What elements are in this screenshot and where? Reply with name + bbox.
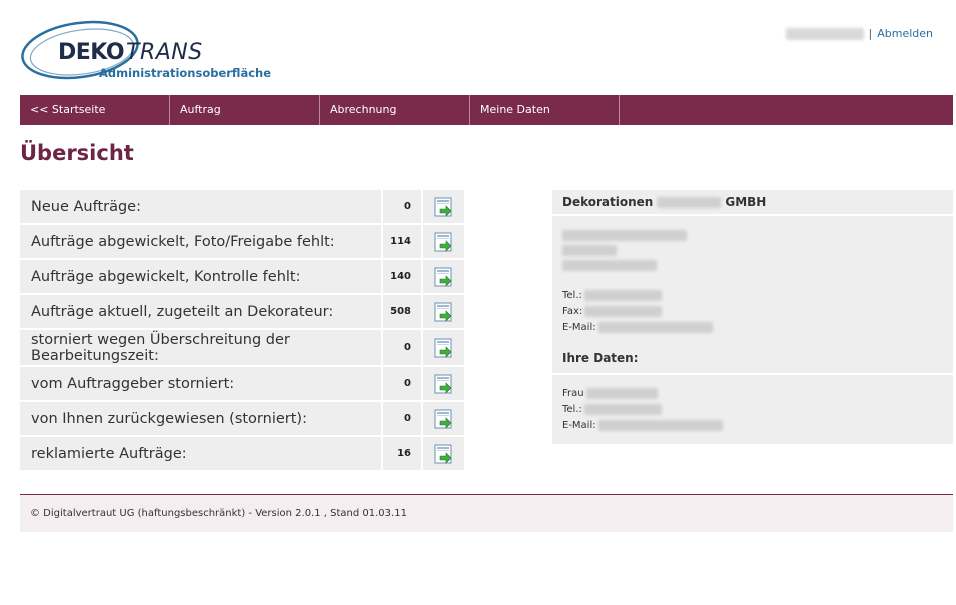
address-line-redacted: [562, 245, 617, 256]
page-title: Übersicht: [20, 141, 134, 165]
status-row-zurueckgewiesen: von Ihnen zurückgewiesen (storniert): 0: [20, 402, 464, 437]
status-row-aktuell: Aufträge aktuell, zugeteilt an Dekorateu…: [20, 295, 464, 330]
user-name-redacted: [785, 27, 864, 40]
your-data-block: Frau Tel.: E-Mail:: [552, 375, 953, 441]
status-row-kontrolle: Aufträge abgewickelt, Kontrolle fehlt: 1…: [20, 260, 464, 295]
company-tel-redacted: [583, 289, 662, 301]
company-info-panel: Dekorationen GMBH Tel.: Fax: E-Mail: Ihr…: [552, 190, 953, 444]
status-count: 0: [383, 330, 423, 367]
address-line-redacted: [562, 260, 657, 271]
go-button[interactable]: [423, 330, 464, 367]
status-label: vom Auftraggeber storniert:: [20, 367, 383, 402]
go-button[interactable]: [423, 367, 464, 402]
status-row-foto-freigabe: Aufträge abgewickelt, Foto/Freigabe fehl…: [20, 225, 464, 260]
address-line-redacted: [562, 230, 687, 241]
user-area: | Abmelden: [785, 27, 933, 40]
nav-item-meine-daten[interactable]: Meine Daten: [470, 95, 620, 125]
company-email-label: E-Mail:: [562, 321, 596, 333]
status-label: Aufträge abgewickelt, Foto/Freigabe fehl…: [20, 225, 383, 260]
company-name-prefix: Dekorationen: [562, 195, 654, 209]
go-button[interactable]: [423, 402, 464, 437]
status-row-reklamiert: reklamierte Aufträge: 16: [20, 437, 464, 472]
logo-text-trans: TRANS: [126, 40, 203, 65]
your-tel-label: Tel.:: [562, 403, 582, 415]
salutation: Frau: [562, 387, 584, 399]
status-count: 0: [383, 402, 423, 437]
status-count: 0: [383, 190, 423, 225]
go-button[interactable]: [423, 225, 464, 260]
company-name-suffix: GMBH: [725, 195, 767, 209]
go-arrow-icon: [434, 409, 451, 429]
deko-trans-logo: DEKO TRANS Administrationsoberfläche: [20, 20, 290, 82]
company-name: Dekorationen GMBH: [552, 190, 953, 216]
your-data-heading: Ihre Daten:: [552, 343, 953, 375]
contact-name-redacted: [585, 387, 658, 399]
status-count: 508: [383, 295, 423, 330]
go-button[interactable]: [423, 295, 464, 330]
status-label: reklamierte Aufträge:: [20, 437, 383, 472]
nav-item-startseite[interactable]: << Startseite: [20, 95, 170, 125]
status-table: Neue Aufträge: 0 Aufträge abgewickelt, F…: [20, 190, 464, 472]
go-arrow-icon: [434, 444, 451, 464]
status-count: 16: [383, 437, 423, 472]
your-email-redacted: [597, 419, 723, 431]
logo-text-deko: DEKO: [58, 40, 125, 65]
go-arrow-icon: [434, 302, 451, 322]
logo-subtitle: Administrationsoberfläche: [99, 66, 272, 80]
header-separator: |: [868, 27, 873, 40]
your-email-label: E-Mail:: [562, 419, 596, 431]
footer: © Digitalvertraut UG (haftungsbeschränkt…: [20, 494, 953, 532]
status-row-ueberschreitung: storniert wegen Überschreitung der Bearb…: [20, 330, 464, 367]
go-button[interactable]: [423, 260, 464, 295]
status-label: Aufträge aktuell, zugeteilt an Dekorateu…: [20, 295, 383, 330]
main-navigation: << Startseite Auftrag Abrechnung Meine D…: [20, 95, 953, 125]
status-count: 140: [383, 260, 423, 295]
footer-copyright: © Digitalvertraut UG (haftungsbeschränkt…: [30, 508, 407, 519]
status-row-neue-auftraege: Neue Aufträge: 0: [20, 190, 464, 225]
status-label: Neue Aufträge:: [20, 190, 383, 225]
go-button[interactable]: [423, 190, 464, 225]
go-arrow-icon: [434, 232, 451, 252]
company-fax-label: Fax:: [562, 305, 583, 317]
status-label: Aufträge abgewickelt, Kontrolle fehlt:: [20, 260, 383, 295]
status-count: 0: [383, 367, 423, 402]
company-email-redacted: [597, 321, 713, 333]
status-label: von Ihnen zurückgewiesen (storniert):: [20, 402, 383, 437]
company-name-redacted: [657, 196, 722, 208]
your-tel-redacted: [583, 403, 662, 415]
go-arrow-icon: [434, 374, 451, 394]
nav-item-abrechnung[interactable]: Abrechnung: [320, 95, 470, 125]
nav-item-auftrag[interactable]: Auftrag: [170, 95, 320, 125]
company-address-block: Tel.: Fax: E-Mail:: [552, 216, 953, 343]
company-tel-label: Tel.:: [562, 289, 582, 301]
go-button[interactable]: [423, 437, 464, 472]
status-label: storniert wegen Überschreitung der Bearb…: [20, 330, 383, 367]
company-fax-redacted: [584, 305, 663, 317]
go-arrow-icon: [434, 338, 451, 358]
logout-link[interactable]: Abmelden: [877, 27, 933, 40]
status-count: 114: [383, 225, 423, 260]
go-arrow-icon: [434, 197, 451, 217]
status-row-auftraggeber-storniert: vom Auftraggeber storniert: 0: [20, 367, 464, 402]
go-arrow-icon: [434, 267, 451, 287]
